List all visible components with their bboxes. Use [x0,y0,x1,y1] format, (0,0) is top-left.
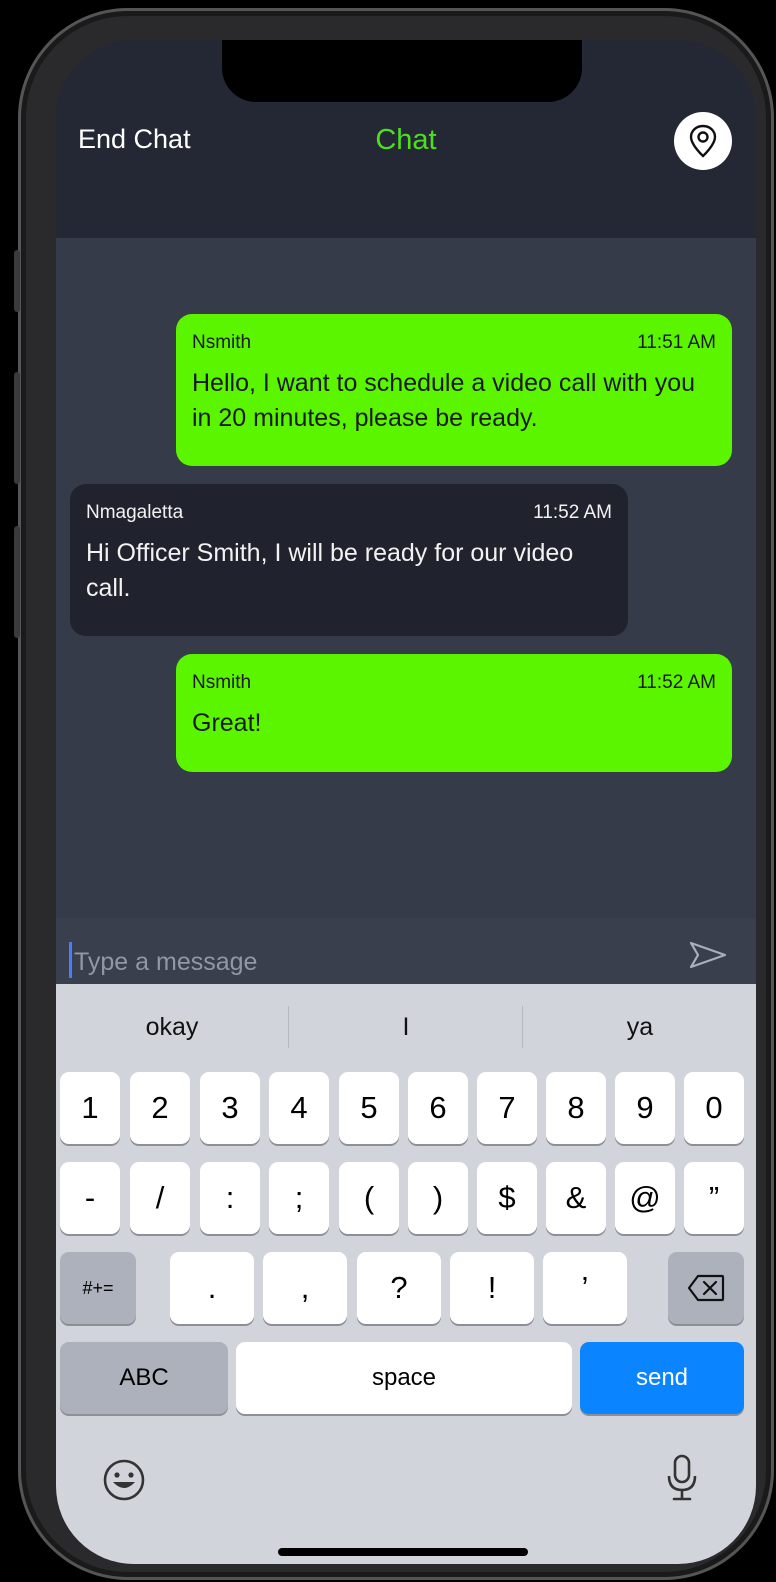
message-text: Hello, I want to schedule a video call w… [192,369,696,432]
key-symbols-toggle[interactable]: #+= [60,1252,136,1324]
suggestion-divider [288,1006,289,1048]
home-indicator[interactable] [278,1548,528,1556]
microphone-icon[interactable] [666,1454,698,1502]
key-4[interactable]: 4 [269,1072,329,1144]
message-sender: Nmagaletta [86,502,184,523]
key-quote[interactable]: ” [684,1162,744,1234]
space-key[interactable]: space [236,1342,572,1414]
message-bubble-outgoing[interactable]: Nsmith 11:52 AM Great! [176,654,732,772]
key-8[interactable]: 8 [546,1072,606,1144]
key-comma[interactable]: , [263,1252,347,1324]
key-semicolon[interactable]: ; [269,1162,329,1234]
message-text: Hi Officer Smith, I will be ready for ou… [86,539,574,602]
send-key[interactable]: send [580,1342,744,1414]
message-text: Great! [192,709,262,737]
emoji-icon[interactable] [102,1458,146,1502]
chat-header: End Chat Chat [56,40,756,238]
key-1[interactable]: 1 [60,1072,120,1144]
delete-key[interactable] [668,1252,744,1324]
message-input[interactable]: Type a message [74,948,257,977]
key-at[interactable]: @ [615,1162,675,1234]
key-0[interactable]: 0 [684,1072,744,1144]
key-period[interactable]: . [170,1252,254,1324]
key-6[interactable]: 6 [408,1072,468,1144]
key-apostrophe[interactable]: ’ [543,1252,627,1324]
message-sender: Nsmith [192,332,252,353]
key-colon[interactable]: : [200,1162,260,1234]
key-7[interactable]: 7 [477,1072,537,1144]
key-slash[interactable]: / [130,1162,190,1234]
message-bubble-outgoing[interactable]: Nsmith 11:51 AM Hello, I want to schedule… [176,314,732,466]
key-exclamation[interactable]: ! [450,1252,534,1324]
page-title: Chat [375,124,437,156]
message-time: 11:52 AM [637,672,716,693]
message-time: 11:51 AM [637,332,716,353]
key-3[interactable]: 3 [200,1072,260,1144]
key-ampersand[interactable]: & [546,1162,606,1234]
message-sender: Nsmith [192,672,252,693]
map-pin-icon [689,124,717,158]
key-9[interactable]: 9 [615,1072,675,1144]
location-button[interactable] [674,112,732,170]
side-button-volume-down [14,526,20,638]
key-dash[interactable]: - [60,1162,120,1234]
suggestion-3[interactable]: ya [524,984,756,1070]
key-2[interactable]: 2 [130,1072,190,1144]
key-question[interactable]: ? [357,1252,441,1324]
side-button-volume-up [14,372,20,484]
message-time: 11:52 AM [533,502,612,523]
suggestion-2[interactable]: I [290,984,522,1070]
backspace-icon [687,1274,725,1302]
key-dollar[interactable]: $ [477,1162,537,1234]
key-5[interactable]: 5 [339,1072,399,1144]
abc-key[interactable]: ABC [60,1342,228,1414]
side-button-silent [14,250,20,312]
text-cursor [69,942,72,978]
message-list: Nsmith 11:51 AM Hello, I want to schedule… [56,238,756,918]
send-arrow-icon[interactable] [688,940,728,970]
screen: End Chat Chat Nsmith 11:51 AM Hello, I wa… [56,40,756,1564]
key-close-paren[interactable]: ) [408,1162,468,1234]
keyboard: okay I ya 1 2 3 4 5 6 7 8 9 0 - / : ; ( … [56,984,756,1564]
key-open-paren[interactable]: ( [339,1162,399,1234]
suggestion-divider [522,1006,523,1048]
suggestion-1[interactable]: okay [56,984,288,1070]
composer-bar: Type a message [56,918,756,984]
message-bubble-incoming[interactable]: Nmagaletta 11:52 AM Hi Officer Smith, I w… [70,484,628,636]
notch [222,40,582,102]
